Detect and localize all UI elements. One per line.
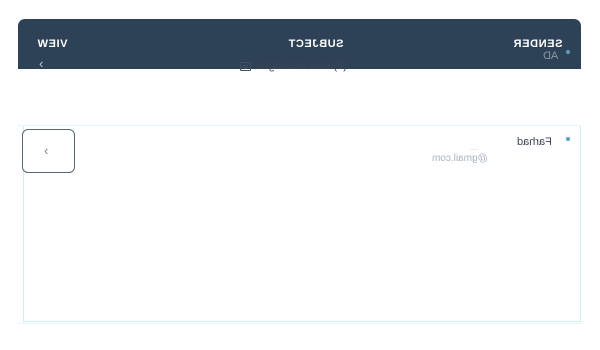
subject-text: (2) new messages	[257, 60, 347, 72]
sender-name: Farhad	[517, 136, 552, 148]
table-row-selected[interactable]	[23, 126, 581, 322]
column-header-sender: SENDER	[512, 38, 562, 50]
sender-name: AD	[542, 50, 558, 62]
sender-email: @gmail.com	[432, 153, 488, 164]
message-icon	[240, 62, 251, 71]
table-bottom-border	[18, 323, 581, 324]
column-header-view: VIEW	[37, 38, 68, 50]
status-dot	[566, 137, 570, 141]
chevron-right-icon: ›	[44, 143, 49, 158]
view-button[interactable]: ›	[22, 129, 75, 173]
messages-table: VIEW SUBJECT SENDER AD (2) new messages …	[18, 19, 582, 325]
chevron-right-icon[interactable]: ›	[39, 56, 43, 71]
column-header-subject: SUBJECT	[288, 38, 344, 50]
status-dot	[566, 50, 570, 54]
